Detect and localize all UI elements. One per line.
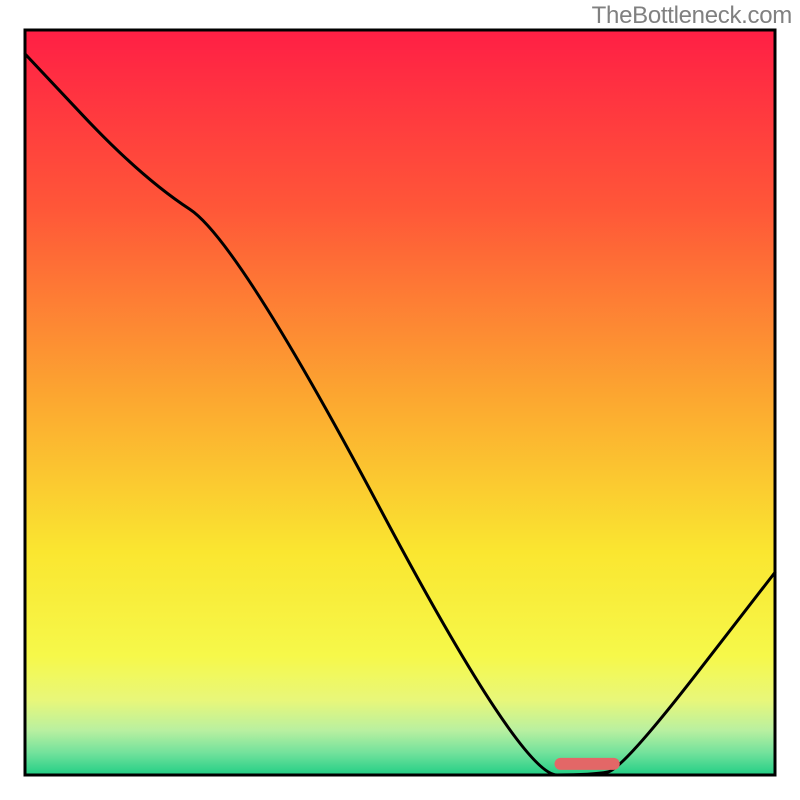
watermark-text: TheBottleneck.com (592, 2, 792, 30)
x-marker (555, 758, 620, 770)
chart-svg (0, 0, 800, 800)
plot-background (25, 30, 775, 775)
chart-container: TheBottleneck.com (0, 0, 800, 800)
